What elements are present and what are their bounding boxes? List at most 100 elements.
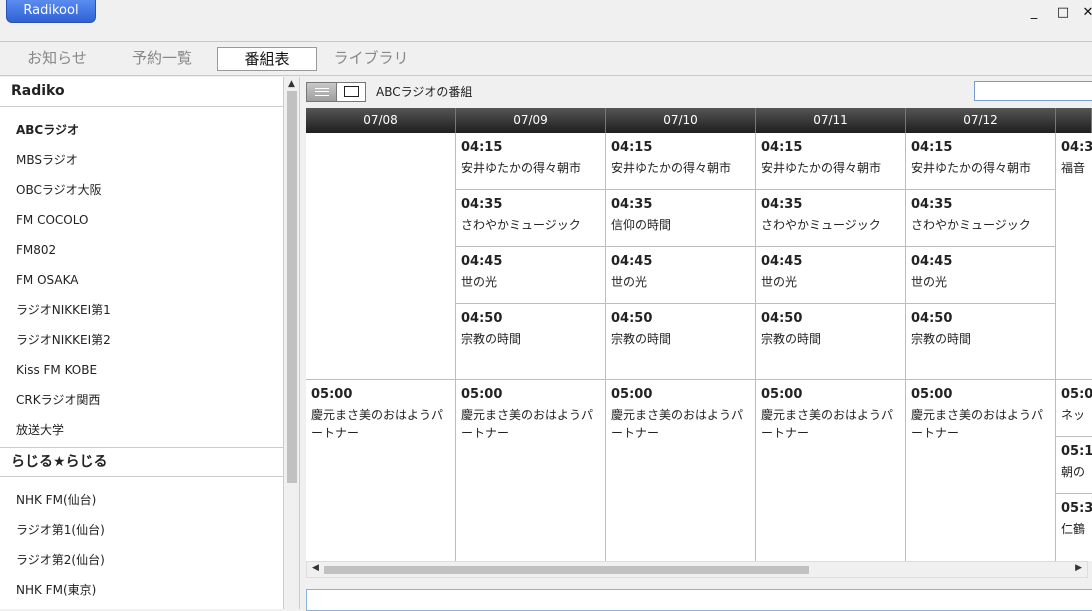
program-cell[interactable]: 05:00 慶元まさ美のおはようパートナー xyxy=(456,380,606,561)
program-title: 世の光 xyxy=(911,275,948,289)
program-cell[interactable]: 04:15 安井ゆたかの得々朝市 xyxy=(906,133,1056,190)
maximize-button[interactable]: □ xyxy=(1051,4,1075,22)
day-header: 07/11 xyxy=(756,108,906,133)
program-time: 05:1 xyxy=(1061,444,1092,459)
station-item[interactable]: FM COCOLO xyxy=(0,205,283,235)
scroll-right-icon[interactable]: ▶ xyxy=(1075,563,1082,573)
station-item[interactable]: NHK FM(東京) xyxy=(0,575,283,605)
tab-notices[interactable]: お知らせ xyxy=(16,47,98,71)
program-time: 04:35 xyxy=(761,197,803,212)
sidebar-scrollbar[interactable]: ▲ xyxy=(285,77,300,609)
station-item[interactable]: Kiss FM KOBE xyxy=(0,355,283,385)
program-title: 慶元まさ美のおはようパートナー xyxy=(611,408,744,440)
program-title: 慶元まさ美のおはようパートナー xyxy=(911,408,1044,440)
day-header: 07/12 xyxy=(906,108,1056,133)
program-title: 宗教の時間 xyxy=(461,332,522,346)
program-cell[interactable]: 04:50 宗教の時間 xyxy=(606,304,756,380)
scroll-left-icon[interactable]: ◀ xyxy=(312,563,319,573)
program-time: 04:45 xyxy=(611,254,653,269)
program-title: 安井ゆたかの得々朝市 xyxy=(911,161,1032,175)
program-time: 04:35 xyxy=(461,197,503,212)
schedule-grid: 07/08 07/09 07/10 07/11 07/12 05:00 慶元まさ… xyxy=(306,108,1092,561)
window-icon xyxy=(344,86,359,97)
program-title: 慶元まさ美のおはようパートナー xyxy=(311,408,444,440)
day-header xyxy=(1056,108,1092,133)
program-time: 04:45 xyxy=(911,254,953,269)
program-time: 04:45 xyxy=(461,254,503,269)
program-time: 04:15 xyxy=(461,140,503,155)
program-title: 世の光 xyxy=(611,275,648,289)
station-item[interactable]: ABCラジオ xyxy=(0,115,283,145)
program-cell[interactable]: 04:15 安井ゆたかの得々朝市 xyxy=(456,133,606,190)
program-cell[interactable]: 04:35 さわやかミュージック xyxy=(756,190,906,247)
program-time: 04:50 xyxy=(761,311,803,326)
day-header: 07/08 xyxy=(306,108,456,133)
program-cell[interactable]: 04:50 宗教の時間 xyxy=(456,304,606,380)
program-time: 05:0 xyxy=(1061,387,1092,402)
program-cell[interactable]: 04:50 宗教の時間 xyxy=(756,304,906,380)
program-detail-pane xyxy=(306,589,1092,611)
program-cell[interactable]: 05:00 慶元まさ美のおはようパートナー xyxy=(606,380,756,561)
program-cell[interactable]: 05:00 慶元まさ美のおはようパートナー xyxy=(756,380,906,561)
minimize-button[interactable]: _ xyxy=(1022,4,1046,22)
day-header: 07/10 xyxy=(606,108,756,133)
list-icon xyxy=(315,88,329,96)
program-cell[interactable]: 04:35 さわやかミュージック xyxy=(906,190,1056,247)
grid-view-button[interactable] xyxy=(337,83,367,101)
program-cell[interactable]: 04:45 世の光 xyxy=(756,247,906,304)
program-time: 04:50 xyxy=(461,311,503,326)
app-name-badge[interactable]: Radikool xyxy=(6,0,96,23)
scroll-up-icon[interactable]: ▲ xyxy=(288,79,295,89)
program-title: さわやかミュージック xyxy=(461,218,581,232)
program-cell[interactable]: 04:50 宗教の時間 xyxy=(906,304,1056,380)
program-cell[interactable]: 04:15 安井ゆたかの得々朝市 xyxy=(756,133,906,190)
program-time: 04:35 xyxy=(911,197,953,212)
program-cell[interactable]: 05:3 仁鶴 xyxy=(1056,494,1092,561)
program-cell[interactable]: 04:35 さわやかミュージック xyxy=(456,190,606,247)
program-cell[interactable]: 04:3 福音 xyxy=(1056,133,1092,380)
scrollbar-thumb[interactable] xyxy=(324,566,809,574)
station-item[interactable]: CRKラジオ関西 xyxy=(0,385,283,415)
program-time: 04:35 xyxy=(611,197,653,212)
program-cell[interactable]: 05:1 朝の xyxy=(1056,437,1092,494)
program-cell[interactable]: 04:35 信仰の時間 xyxy=(606,190,756,247)
program-time: 04:3 xyxy=(1061,140,1092,155)
tab-reservations[interactable]: 予約一覧 xyxy=(120,47,204,71)
tab-library[interactable]: ライブラリ xyxy=(330,47,412,71)
program-cell[interactable]: 04:45 世の光 xyxy=(906,247,1056,304)
tab-program-guide[interactable]: 番組表 xyxy=(217,47,317,71)
station-item[interactable]: FM802 xyxy=(0,235,283,265)
station-item[interactable]: ラジオNIKKEI第1 xyxy=(0,295,283,325)
day-header: 07/09 xyxy=(456,108,606,133)
program-title: 信仰の時間 xyxy=(611,218,672,232)
program-time: 05:00 xyxy=(611,387,653,402)
station-item[interactable]: ラジオ第2(仙台) xyxy=(0,545,283,575)
station-item[interactable]: ラジオ第1(仙台) xyxy=(0,515,283,545)
program-title: 世の光 xyxy=(461,275,498,289)
station-item[interactable]: FM OSAKA xyxy=(0,265,283,295)
program-cell[interactable]: 04:45 世の光 xyxy=(606,247,756,304)
station-item[interactable]: MBSラジオ xyxy=(0,145,283,175)
program-cell[interactable]: 05:0 ネッ xyxy=(1056,380,1092,437)
program-cell[interactable]: 05:00 慶元まさ美のおはようパートナー xyxy=(906,380,1056,561)
program-title: 世の光 xyxy=(761,275,798,289)
program-cell[interactable]: 04:45 世の光 xyxy=(456,247,606,304)
scrollbar-thumb[interactable] xyxy=(287,91,297,483)
program-time: 05:00 xyxy=(761,387,803,402)
station-item[interactable]: OBCラジオ大阪 xyxy=(0,175,283,205)
station-item[interactable]: NHK FM(仙台) xyxy=(0,485,283,515)
schedule-horizontal-scrollbar[interactable]: ◀ ▶ xyxy=(306,561,1088,578)
program-title: 朝の xyxy=(1061,465,1086,479)
station-item[interactable]: 放送大学 xyxy=(0,415,283,445)
group-header-rajiru[interactable]: らじる★らじる xyxy=(0,447,283,477)
program-cell[interactable]: 05:00 慶元まさ美のおはようパートナー xyxy=(306,380,456,561)
list-view-button[interactable] xyxy=(307,83,337,101)
group-header-radiko[interactable]: Radiko xyxy=(0,77,283,107)
search-input[interactable] xyxy=(974,81,1092,101)
program-title: 福音 xyxy=(1061,161,1086,175)
close-button[interactable]: ✕ xyxy=(1076,4,1092,22)
program-cell[interactable]: 04:15 安井ゆたかの得々朝市 xyxy=(606,133,756,190)
program-title: 宗教の時間 xyxy=(911,332,972,346)
station-item[interactable]: ラジオNIKKEI第2 xyxy=(0,325,283,355)
program-title: さわやかミュージック xyxy=(761,218,881,232)
